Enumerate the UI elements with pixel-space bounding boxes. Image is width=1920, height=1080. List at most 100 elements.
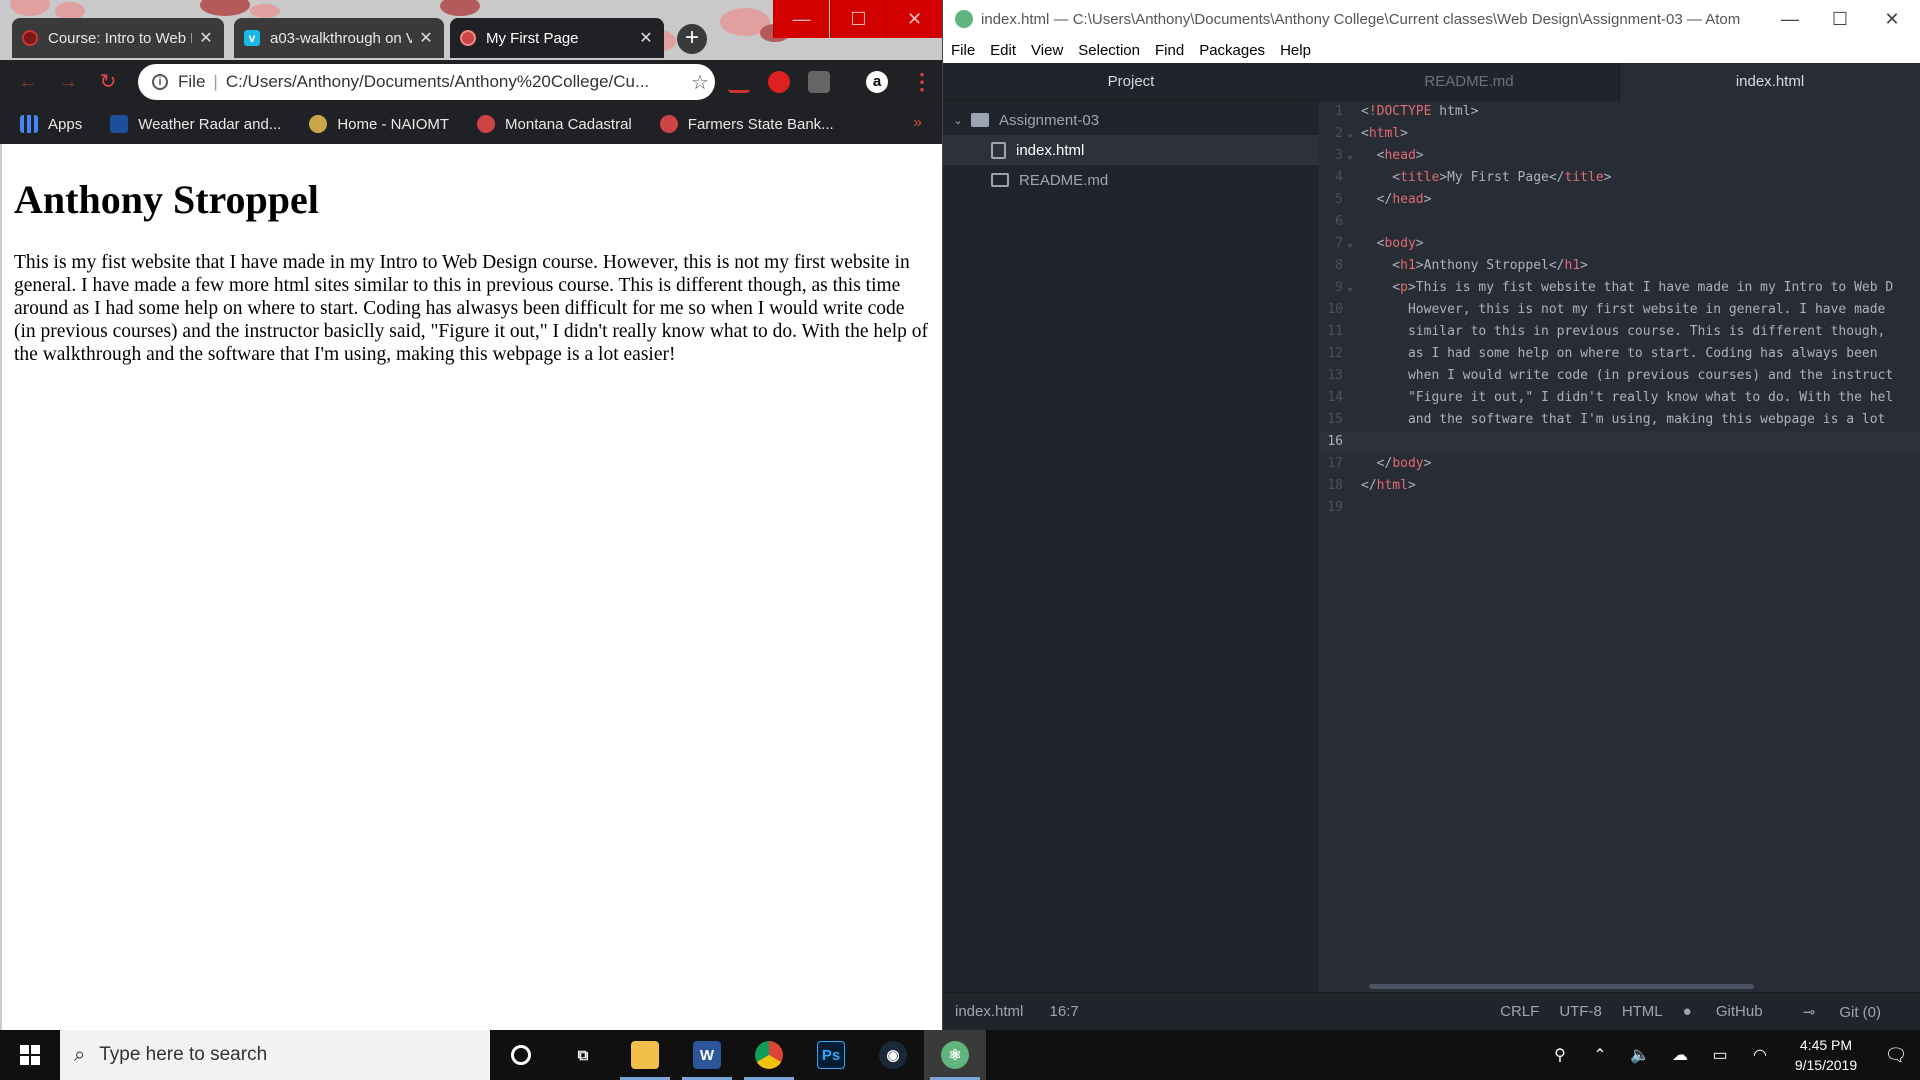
code-line[interactable]: 5 </head> [1319,189,1920,211]
extension-arc-icon[interactable] [728,71,750,93]
code-line[interactable]: 12 as I had some help on where to start.… [1319,343,1920,365]
browser-tab-course[interactable]: Course: Intro to Web Design ✕ [12,18,224,58]
code-line[interactable]: 14 "Figure it out," I didn't really know… [1319,387,1920,409]
fold-chevron-icon[interactable]: ⌄ [1343,233,1357,255]
browser-tab-my-first-page[interactable]: My First Page ✕ [450,18,664,58]
taskbar-search-box[interactable]: ⌕ Type here to search [60,1030,490,1080]
photoshop-button[interactable]: Ps [800,1030,862,1080]
menu-help[interactable]: Help [1280,42,1311,59]
status-cursor-position[interactable]: 16:7 [1050,1003,1079,1020]
fold-chevron-icon[interactable] [1343,167,1357,189]
close-button[interactable]: ✕ [886,0,942,38]
code-editor[interactable]: 1 <!DOCTYPE html> 2 ⌄ <html> 3 ⌄ <head> 4 <titl… [1319,101,1920,961]
fold-chevron-icon[interactable] [1343,431,1357,453]
forward-button[interactable]: → [56,70,80,94]
code-line[interactable]: 2 ⌄ <html> [1319,123,1920,145]
volume-icon[interactable]: 🔈 [1620,1045,1660,1065]
editor-tab-index-html[interactable]: index.html [1620,63,1920,101]
address-bar[interactable]: i File | C:/Users/Anthony/Documents/Anth… [138,64,715,100]
steam-button[interactable]: ◉ [862,1030,924,1080]
fold-chevron-icon[interactable] [1343,255,1357,277]
bookmark-farmers-state-bank[interactable]: Farmers State Bank... [659,115,834,133]
code-line[interactable]: 18 </html> [1319,475,1920,497]
menu-selection[interactable]: Selection [1078,42,1140,59]
status-file-path[interactable]: index.html [955,1003,1023,1020]
maximize-button[interactable]: ☐ [1815,0,1865,38]
code-line[interactable]: 11 similar to this in previous course. T… [1319,321,1920,343]
bookmark-star-icon[interactable]: ☆ [685,70,715,95]
code-line[interactable]: 19 [1319,497,1920,519]
atom-button[interactable]: ⚛ [924,1030,986,1080]
fold-chevron-icon[interactable] [1343,453,1357,475]
minimize-button[interactable]: — [1765,0,1815,38]
status-grammar[interactable]: HTML [1622,1003,1663,1020]
file-explorer-button[interactable] [614,1030,676,1080]
code-line[interactable]: 6 [1319,211,1920,233]
wifi-icon[interactable]: ◠ [1740,1045,1780,1065]
minimize-button[interactable]: — [773,0,829,38]
bookmark-naiomt[interactable]: Home - NAIOMT [309,115,449,133]
bookmark-apps[interactable]: Apps [20,115,82,133]
task-view-button[interactable]: ⧉ [552,1030,614,1080]
code-line[interactable]: 10 However, this is not my first website… [1319,299,1920,321]
info-icon[interactable]: i [152,74,168,90]
bookmark-montana-cadastral[interactable]: Montana Cadastral [477,115,632,133]
extension-a-icon[interactable]: a [866,71,888,93]
menu-file[interactable]: File [951,42,975,59]
code-line[interactable]: 3 ⌄ <head> [1319,145,1920,167]
horizontal-scrollbar[interactable] [1369,984,1754,989]
fold-chevron-icon[interactable] [1343,211,1357,233]
menu-view[interactable]: View [1031,42,1063,59]
onedrive-cloud-icon[interactable]: ☁ [1660,1045,1700,1065]
code-line[interactable]: 1 <!DOCTYPE html> [1319,101,1920,123]
fold-chevron-icon[interactable]: ⌄ [1343,277,1357,299]
fold-chevron-icon[interactable] [1343,189,1357,211]
extension-square-icon[interactable] [808,71,830,93]
fold-chevron-icon[interactable] [1343,475,1357,497]
back-button[interactable]: ← [16,70,40,94]
code-line[interactable]: 8 <h1>Anthony Stroppel</h1> [1319,255,1920,277]
fold-chevron-icon[interactable] [1343,321,1357,343]
battery-icon[interactable]: ▭ [1700,1045,1740,1065]
code-line[interactable]: 9 ⌄ <p>This is my fist website that I hav… [1319,277,1920,299]
fold-chevron-icon[interactable] [1343,409,1357,431]
code-line[interactable]: 13 when I would write code (in previous … [1319,365,1920,387]
close-icon[interactable]: ✕ [198,28,214,48]
notifications-icon[interactable]: 🗨 [1872,1045,1920,1066]
status-encoding[interactable]: UTF-8 [1559,1003,1602,1020]
people-icon[interactable]: ⚲ [1540,1045,1580,1065]
start-button[interactable] [0,1030,60,1080]
menu-find[interactable]: Find [1155,42,1184,59]
word-button[interactable]: W [676,1030,738,1080]
project-tree-header[interactable]: Project [943,63,1319,101]
maximize-button[interactable]: ☐ [830,0,886,38]
chevron-up-icon[interactable]: ⌃ [1580,1045,1620,1065]
tree-file-readme[interactable]: README.md [943,165,1319,195]
close-button[interactable]: ✕ [1867,0,1917,38]
chrome-button[interactable] [738,1030,800,1080]
address-url[interactable]: C:/Users/Anthony/Documents/Anthony%20Col… [226,72,685,92]
fold-chevron-icon[interactable]: ⌄ [1343,123,1357,145]
code-line[interactable]: 4 <title>My First Page</title> [1319,167,1920,189]
code-line[interactable]: 17 </body> [1319,453,1920,475]
status-git[interactable]: ⊸ Git (0) [1803,1003,1901,1021]
bookmarks-overflow-icon[interactable]: » [913,114,922,132]
fold-chevron-icon[interactable] [1343,101,1357,123]
status-github[interactable]: ● GitHub [1683,1003,1783,1020]
extension-hand-icon[interactable] [768,71,790,93]
browser-tab-vimeo[interactable]: v a03-walkthrough on Vimeo ✕ [234,18,444,58]
menu-packages[interactable]: Packages [1199,42,1265,59]
code-line[interactable]: 16 [1319,431,1920,453]
close-icon[interactable]: ✕ [418,28,434,48]
cortana-button[interactable] [490,1030,552,1080]
code-line[interactable]: 15 and the software that I'm using, maki… [1319,409,1920,431]
status-line-ending[interactable]: CRLF [1500,1003,1539,1020]
fold-chevron-icon[interactable]: ⌄ [1343,145,1357,167]
menu-edit[interactable]: Edit [990,42,1016,59]
editor-tab-readme[interactable]: README.md [1319,63,1620,101]
bookmark-weather-radar[interactable]: Weather Radar and... [110,115,281,133]
chrome-menu-icon[interactable]: ⋮ [911,70,933,94]
new-tab-button[interactable]: + [677,24,707,54]
fold-chevron-icon[interactable] [1343,299,1357,321]
fold-chevron-icon[interactable] [1343,365,1357,387]
